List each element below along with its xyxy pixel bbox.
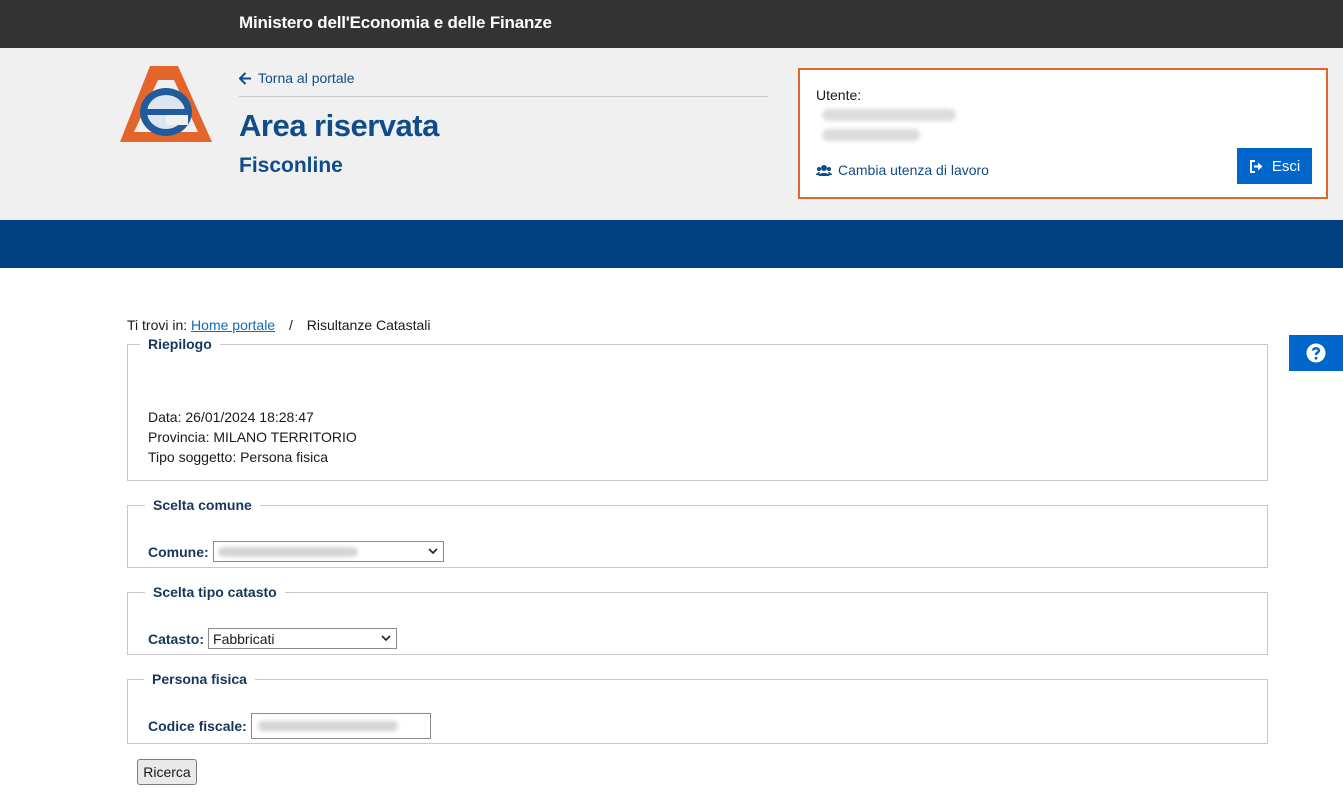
arrow-left-icon [239, 71, 252, 85]
switch-user-link[interactable]: Cambia utenza di lavoro [816, 162, 989, 178]
catasto-label: Catasto: [148, 630, 205, 647]
user-label: Utente: [816, 87, 862, 103]
comune-label: Comune: [148, 543, 209, 560]
riepilogo-legend: Riepilogo [148, 336, 212, 352]
scelta-catasto-fieldset: Scelta tipo catasto Catasto: Fabbricati [127, 584, 1268, 655]
breadcrumb-home-link[interactable]: Home portale [191, 317, 275, 333]
catasto-selected-value: Fabbricati [213, 630, 275, 647]
comune-value-redacted [217, 546, 358, 557]
breadcrumb-separator: / [288, 317, 293, 333]
user-name-redacted [822, 109, 956, 121]
users-icon [816, 164, 832, 176]
header: Torna al portale Area riservata Fisconli… [0, 48, 1343, 220]
riepilogo-fieldset: Riepilogo Data: 26/01/2024 18:28:47 Prov… [127, 336, 1268, 481]
chevron-down-icon [381, 635, 391, 642]
breadcrumb-current: Risultanze Catastali [306, 317, 431, 333]
help-button[interactable] [1289, 335, 1343, 371]
scelta-catasto-legend: Scelta tipo catasto [153, 584, 277, 600]
codice-fiscale-row: Codice fiscale: [148, 713, 431, 739]
riepilogo-tipo-soggetto: Tipo soggetto: Persona fisica [148, 449, 329, 465]
scelta-comune-legend: Scelta comune [153, 497, 252, 513]
switch-user-label: Cambia utenza di lavoro [838, 162, 989, 178]
question-circle-icon [1306, 343, 1326, 363]
chevron-down-icon [428, 548, 438, 555]
riepilogo-provincia: Provincia: MILANO TERRITORIO [148, 429, 357, 445]
catasto-select[interactable]: Fabbricati [208, 628, 398, 649]
back-link-label: Torna al portale [258, 70, 355, 86]
back-to-portal-link[interactable]: Torna al portale [239, 70, 355, 86]
user-id-redacted [822, 129, 920, 141]
riepilogo-details: Data: 26/01/2024 18:28:47 Provincia: MIL… [148, 407, 357, 467]
codice-fiscale-value-redacted [257, 721, 398, 731]
agenzia-entrate-logo [120, 66, 212, 142]
logout-label: Esci [1271, 157, 1301, 175]
ministry-name: Ministero dell'Economia e delle Finanze [239, 13, 552, 32]
riepilogo-date: Data: 26/01/2024 18:28:47 [148, 409, 314, 425]
page-subtitle: Fisconline [239, 154, 343, 177]
persona-fisica-fieldset: Persona fisica Codice fiscale: [127, 671, 1268, 744]
breadcrumb: Ti trovi in: Home portale / Risultanze C… [127, 317, 431, 333]
scelta-comune-fieldset: Scelta comune Comune: [127, 497, 1268, 568]
persona-fisica-legend: Persona fisica [152, 671, 247, 687]
comune-select[interactable] [212, 541, 444, 562]
user-panel: Utente: Cambia utenza di lavoro Esci [798, 68, 1328, 199]
breadcrumb-prefix: Ti trovi in: [127, 317, 188, 333]
header-divider [239, 96, 768, 97]
page-title: Area riservata [239, 108, 439, 143]
nav-bar [0, 220, 1343, 268]
top-bar: Ministero dell'Economia e delle Finanze [0, 0, 1343, 48]
codice-fiscale-input[interactable] [250, 713, 431, 739]
search-button[interactable]: Ricerca [137, 759, 197, 785]
sign-out-icon [1249, 159, 1263, 173]
catasto-row: Catasto: Fabbricati [148, 628, 398, 649]
comune-row: Comune: [148, 541, 444, 562]
codice-fiscale-label: Codice fiscale: [148, 718, 247, 734]
logout-button[interactable]: Esci [1237, 148, 1312, 184]
